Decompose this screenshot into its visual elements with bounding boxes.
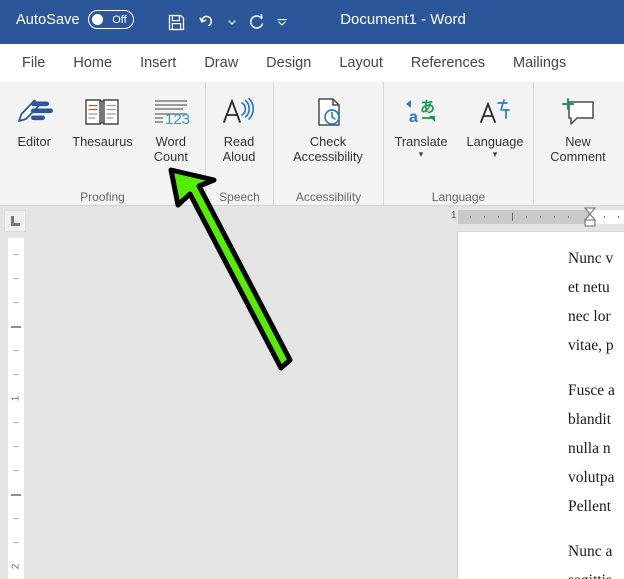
new-comment-button[interactable]: New Comment	[534, 88, 622, 164]
ribbon-group-label-language: Language	[431, 190, 486, 204]
editor-pen-icon	[15, 92, 54, 132]
tab-layout[interactable]: Layout	[325, 44, 397, 82]
read-aloud-icon	[219, 92, 259, 132]
thesaurus-label: Thesaurus	[72, 134, 133, 149]
vertical-ruler-label-2: 2	[10, 563, 22, 570]
ribbon-group-label-proofing: Proofing	[80, 190, 125, 204]
document-page[interactable]: Nunc v et netu nec lor vitae, p Fusce a …	[457, 231, 624, 579]
language-label: Language	[466, 134, 524, 149]
editor-button[interactable]: Editor	[0, 88, 68, 149]
ribbon-group-speech: Read Aloud Speech	[205, 82, 273, 206]
document-work-area: 1 2 1 Nunc v et netu nec lor vitae, p Fu…	[0, 206, 624, 579]
read-aloud-button[interactable]: Read Aloud	[206, 88, 272, 164]
language-button[interactable]: Language ▾	[458, 88, 532, 159]
language-chevron-down-icon[interactable]: ▾	[493, 150, 498, 159]
ribbon-group-language: a あ Translate ▾ Language ▾ Language	[383, 82, 533, 206]
document-title: Document1 - Word	[340, 11, 466, 28]
new-comment-icon	[558, 92, 598, 132]
text-line: Nunc a	[568, 543, 613, 560]
text-line: nulla n	[568, 440, 611, 457]
paragraph-1: Nunc v et netu nec lor vitae, p	[568, 244, 624, 360]
word-window: AutoSave Off Document1 - Word File Home …	[0, 0, 624, 579]
text-line: nec lor	[568, 308, 611, 325]
ribbon-group-accessibility: Check Accessibility Accessibility	[273, 82, 383, 206]
horizontal-ruler-label-1: 1	[451, 210, 457, 221]
new-comment-label: New Comment	[550, 134, 606, 164]
svg-text:123: 123	[165, 111, 190, 128]
text-line: et netu	[568, 279, 610, 296]
tab-draw[interactable]: Draw	[190, 44, 252, 82]
svg-text:a: a	[409, 109, 418, 126]
check-accessibility-label: Check Accessibility	[293, 134, 363, 164]
thesaurus-button[interactable]: Thesaurus	[68, 88, 136, 149]
tab-references[interactable]: References	[397, 44, 499, 82]
title-bar: AutoSave Off Document1 - Word	[0, 0, 624, 44]
ribbon-tab-strip: File Home Insert Draw Design Layout Refe…	[0, 44, 624, 82]
word-count-label: Word Count	[153, 134, 188, 164]
word-count-button[interactable]: 123 Word Count	[137, 88, 205, 164]
text-line: Nunc v	[568, 250, 614, 267]
translate-chevron-down-icon[interactable]: ▾	[419, 150, 424, 159]
translate-button[interactable]: a あ Translate ▾	[384, 88, 458, 159]
tab-design[interactable]: Design	[252, 44, 325, 82]
horizontal-ruler[interactable]: 1	[440, 206, 624, 228]
tab-mailings[interactable]: Mailings	[499, 44, 580, 82]
tab-home[interactable]: Home	[59, 44, 126, 82]
ribbon: Editor Thesaurus 123 Word Count Proofing…	[0, 82, 624, 206]
indent-marker[interactable]	[583, 207, 597, 227]
thesaurus-book-icon	[84, 92, 120, 132]
paragraph-2: Fusce a blandit nulla n volutpa Pellent	[568, 376, 624, 521]
left-tab-stop-icon	[10, 216, 20, 226]
translate-label: Translate	[394, 134, 448, 149]
tab-file[interactable]: File	[8, 44, 59, 82]
paragraph-3: Nunc a sagittis augue Aliquar netus e	[568, 537, 624, 579]
ruler-margin-area	[458, 210, 590, 224]
svg-text:あ: あ	[420, 99, 435, 116]
text-line: vitae, p	[568, 337, 614, 354]
vertical-ruler-label-1: 1	[10, 395, 22, 402]
text-line: blandit	[568, 411, 612, 428]
vertical-ruler[interactable]: 1 2	[8, 238, 24, 579]
check-accessibility-button[interactable]: Check Accessibility	[274, 88, 382, 164]
ribbon-group-label-accessibility: Accessibility	[295, 190, 362, 204]
text-line: Fusce a	[568, 382, 615, 399]
text-line: Pellent	[568, 498, 612, 515]
translate-icon: a あ	[402, 92, 440, 132]
language-icon	[476, 92, 514, 132]
document-text[interactable]: Nunc v et netu nec lor vitae, p Fusce a …	[568, 244, 624, 579]
ribbon-group-label-speech: Speech	[219, 190, 260, 204]
tab-stop-selector-button[interactable]	[4, 210, 26, 232]
check-accessibility-icon	[309, 92, 347, 132]
text-line: sagittis	[568, 566, 624, 579]
read-aloud-label: Read Aloud	[222, 134, 256, 164]
word-count-123-icon: 123	[151, 92, 191, 132]
text-line: volutpa	[568, 469, 615, 486]
ribbon-group-comments: New Comment	[533, 82, 623, 206]
tab-insert[interactable]: Insert	[126, 44, 190, 82]
editor-label: Editor	[17, 134, 51, 149]
ribbon-group-proofing: Editor Thesaurus 123 Word Count Proofing	[0, 82, 205, 206]
